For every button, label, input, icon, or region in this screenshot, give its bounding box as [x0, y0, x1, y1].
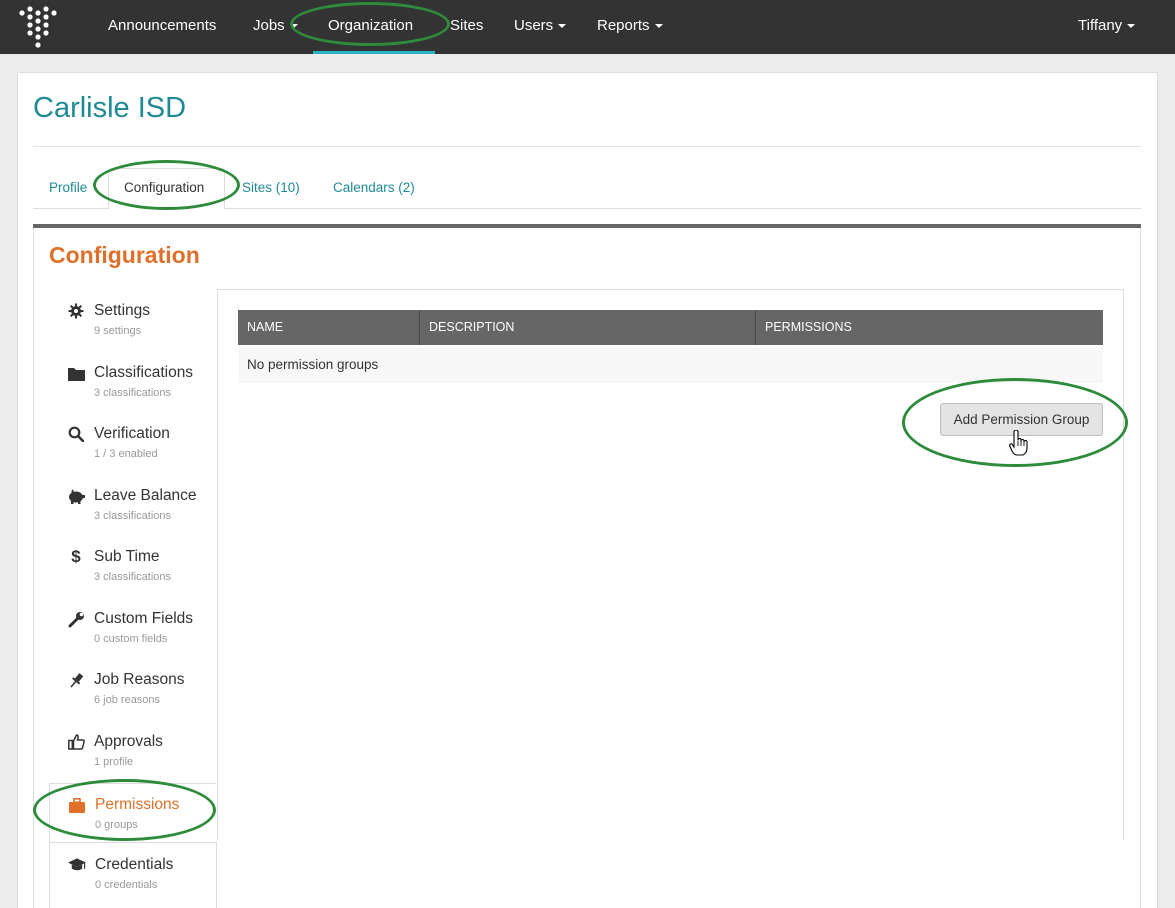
section-title: Configuration — [49, 242, 200, 268]
nav-reports[interactable]: Reports — [597, 0, 663, 54]
side-item-label: Classifications — [94, 364, 194, 381]
side-item-classifications[interactable]: Classifications 3 classifications — [49, 364, 217, 426]
tab-configuration[interactable]: Configuration — [124, 180, 204, 195]
nav-users-label: Users — [514, 17, 554, 34]
caret-down-icon — [654, 24, 663, 29]
side-item-count: 1 / 3 enabled — [94, 448, 158, 460]
nav-sites-label: Sites — [450, 17, 484, 34]
top-navbar: Announcements Jobs Organization Sites Us… — [0, 0, 1175, 54]
tab-profile[interactable]: Profile — [49, 180, 87, 195]
side-item-count: 9 settings — [94, 325, 142, 337]
column-header-name[interactable]: NAME — [238, 310, 420, 345]
dot-grid-logo-icon[interactable] — [16, 6, 60, 48]
nav-jobs[interactable]: Jobs — [253, 0, 298, 54]
graduation-cap-icon — [68, 856, 86, 874]
side-item-label: Custom Fields — [94, 610, 194, 627]
user-name: Tiffany — [1078, 17, 1123, 34]
side-item-label: Approvals — [94, 733, 163, 750]
search-icon — [67, 425, 85, 443]
wrench-icon — [67, 610, 85, 628]
table-header: NAME DESCRIPTION PERMISSIONS — [238, 310, 1103, 345]
side-item-sub-time[interactable]: $ Sub Time 3 classifications — [49, 547, 217, 610]
nav-active-indicator — [313, 51, 435, 54]
nav-organization[interactable]: Organization — [328, 0, 413, 54]
side-item-count: 1 profile — [94, 756, 134, 768]
side-item-count: 3 classifications — [94, 387, 172, 399]
side-item-label: Permissions — [95, 796, 180, 813]
tab-calendars[interactable]: Calendars (2) — [333, 180, 415, 195]
side-item-label: Job Reasons — [94, 671, 185, 688]
title-divider — [33, 146, 1141, 147]
caret-down-icon — [558, 24, 567, 29]
side-item-job-reasons[interactable]: Job Reasons 6 job reasons — [49, 671, 217, 733]
user-menu[interactable]: Tiffany — [1078, 0, 1136, 54]
nav-announcements[interactable]: Announcements — [108, 0, 216, 54]
pushpin-icon — [67, 671, 85, 689]
caret-down-icon — [289, 24, 298, 29]
piggy-bank-icon — [67, 487, 85, 505]
side-item-label: Verification — [94, 425, 170, 442]
thumbs-up-icon — [67, 733, 85, 751]
side-item-count: 6 job reasons — [94, 694, 161, 706]
side-item-label: Sub Time — [94, 548, 160, 565]
folder-icon — [67, 364, 85, 382]
briefcase-icon — [68, 796, 86, 814]
nav-announcements-label: Announcements — [108, 17, 217, 34]
nav-users[interactable]: Users — [514, 0, 567, 54]
side-item-label: Leave Balance — [94, 487, 197, 504]
caret-down-icon — [1127, 24, 1136, 29]
hand-pointer-icon — [1009, 430, 1028, 456]
nav-organization-label: Organization — [328, 17, 414, 34]
column-header-description[interactable]: DESCRIPTION — [420, 310, 756, 345]
side-item-count: 3 classifications — [94, 571, 172, 583]
side-item-verification[interactable]: Verification 1 / 3 enabled — [49, 425, 217, 487]
side-item-count: 3 classifications — [94, 510, 172, 522]
dollar-icon: $ — [71, 547, 81, 566]
nav-sites[interactable]: Sites — [450, 0, 483, 54]
tab-sites[interactable]: Sites (10) — [242, 180, 300, 195]
nav-reports-label: Reports — [597, 17, 650, 34]
side-item-leave-balance[interactable]: Leave Balance 3 classifications — [49, 487, 217, 549]
side-item-label: Settings — [94, 302, 151, 319]
column-header-permissions[interactable]: PERMISSIONS — [756, 310, 1103, 345]
side-item-custom-fields[interactable]: Custom Fields 0 custom fields — [49, 610, 217, 672]
side-item-label: Credentials — [95, 856, 174, 873]
side-item-count: 0 groups — [95, 819, 138, 831]
side-item-count: 0 custom fields — [94, 633, 168, 645]
side-item-settings[interactable]: Settings 9 settings — [49, 302, 217, 364]
side-item-count: 0 credentials — [95, 879, 158, 891]
side-item-permissions[interactable]: Permissions 0 groups — [49, 783, 217, 843]
nav-jobs-label: Jobs — [253, 17, 285, 34]
side-item-credentials[interactable]: Credentials 0 credentials — [49, 842, 217, 908]
table-empty-row: No permission groups — [238, 347, 1103, 383]
gear-icon — [67, 302, 85, 320]
page-title: Carlisle ISD — [33, 92, 187, 124]
